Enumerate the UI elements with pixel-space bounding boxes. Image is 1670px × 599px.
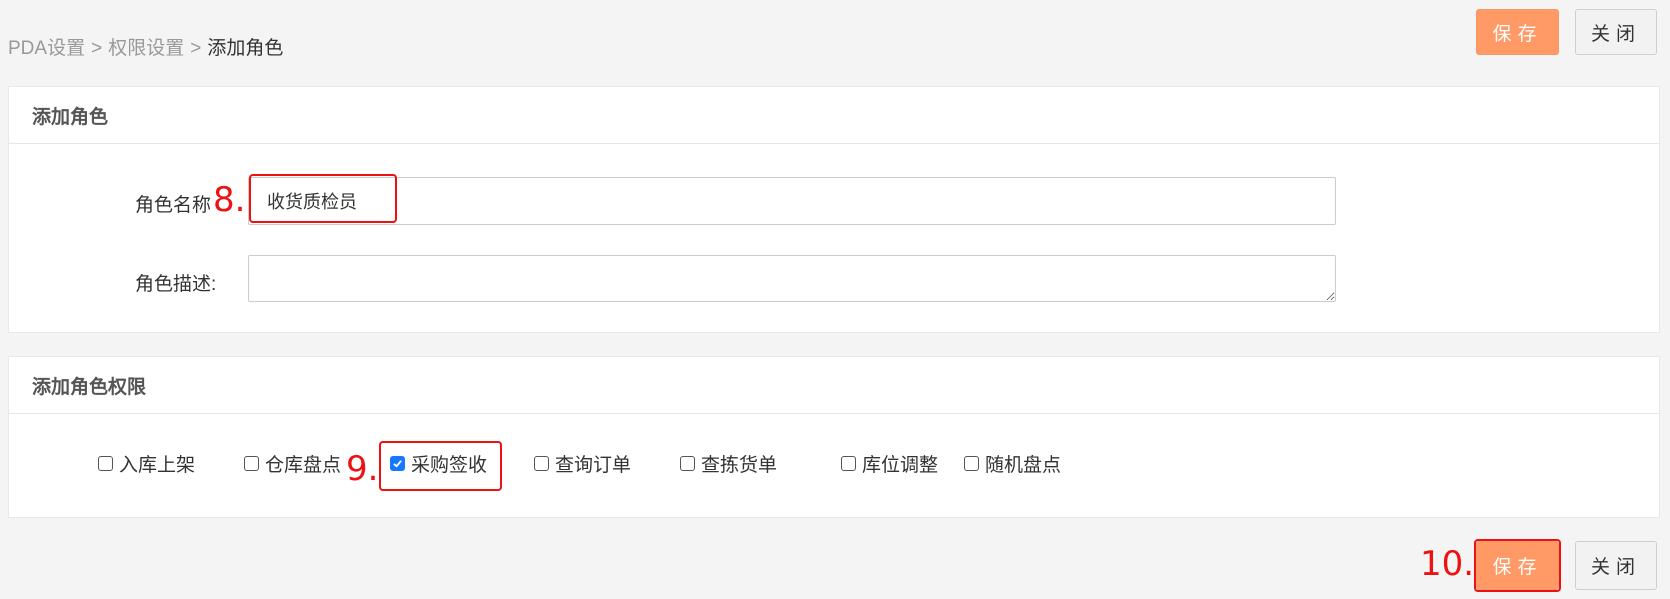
permission-item-warehouse-stocktake[interactable]: 仓库盘点	[244, 450, 341, 477]
breadcrumb-separator: >	[91, 38, 103, 59]
permission-label: 库位调整	[862, 455, 939, 476]
permission-item-location-adjust[interactable]: 库位调整	[841, 450, 938, 477]
permission-label: 仓库盘点	[265, 455, 342, 476]
save-button-top[interactable]: 保存	[1476, 9, 1559, 55]
checkbox[interactable]	[964, 456, 979, 471]
checkbox-checked[interactable]	[390, 456, 405, 471]
annotation-step-10: 10.	[1420, 544, 1475, 584]
annotation-step-9: 9.	[346, 449, 379, 489]
permission-label: 采购签收	[411, 455, 488, 476]
permission-item-random-stocktake[interactable]: 随机盘点	[964, 450, 1061, 477]
role-name-input[interactable]	[248, 177, 1336, 225]
permission-item-purchase-receipt[interactable]: 采购签收	[390, 450, 487, 477]
permission-label: 随机盘点	[985, 455, 1062, 476]
role-desc-textarea[interactable]	[248, 255, 1336, 302]
breadcrumb-item-permission-settings[interactable]: 权限设置	[108, 38, 184, 59]
breadcrumb-item-pda-settings[interactable]: PDA设置	[8, 38, 85, 59]
permission-item-query-orders[interactable]: 查询订单	[534, 450, 631, 477]
permission-panel: 添加角色权限	[8, 356, 1660, 518]
checkbox[interactable]	[680, 456, 695, 471]
breadcrumb-current: 添加角色	[207, 38, 284, 59]
permission-panel-title: 添加角色权限	[9, 357, 1659, 414]
breadcrumb: PDA设置 > 权限设置 > 添加角色	[8, 33, 283, 60]
permission-item-query-pick-list[interactable]: 查拣货单	[680, 450, 777, 477]
role-name-label: 角色名称	[135, 195, 212, 216]
checkbox[interactable]	[841, 456, 856, 471]
checkbox[interactable]	[534, 456, 549, 471]
permission-label: 查拣货单	[701, 455, 778, 476]
permission-label: 查询订单	[555, 455, 632, 476]
permission-label: 入库上架	[119, 455, 196, 476]
role-desc-label: 角色描述:	[135, 274, 217, 295]
checkbox[interactable]	[244, 456, 259, 471]
close-button-top[interactable]: 关闭	[1575, 9, 1657, 55]
checkbox[interactable]	[98, 456, 113, 471]
role-panel-title: 添加角色	[9, 87, 1659, 144]
close-button-bottom[interactable]: 关闭	[1575, 541, 1657, 590]
annotation-step-8: 8.	[213, 180, 246, 220]
breadcrumb-separator: >	[190, 38, 202, 59]
permission-item-inbound-shelving[interactable]: 入库上架	[98, 450, 195, 477]
save-button-bottom[interactable]: 保存	[1476, 541, 1559, 590]
